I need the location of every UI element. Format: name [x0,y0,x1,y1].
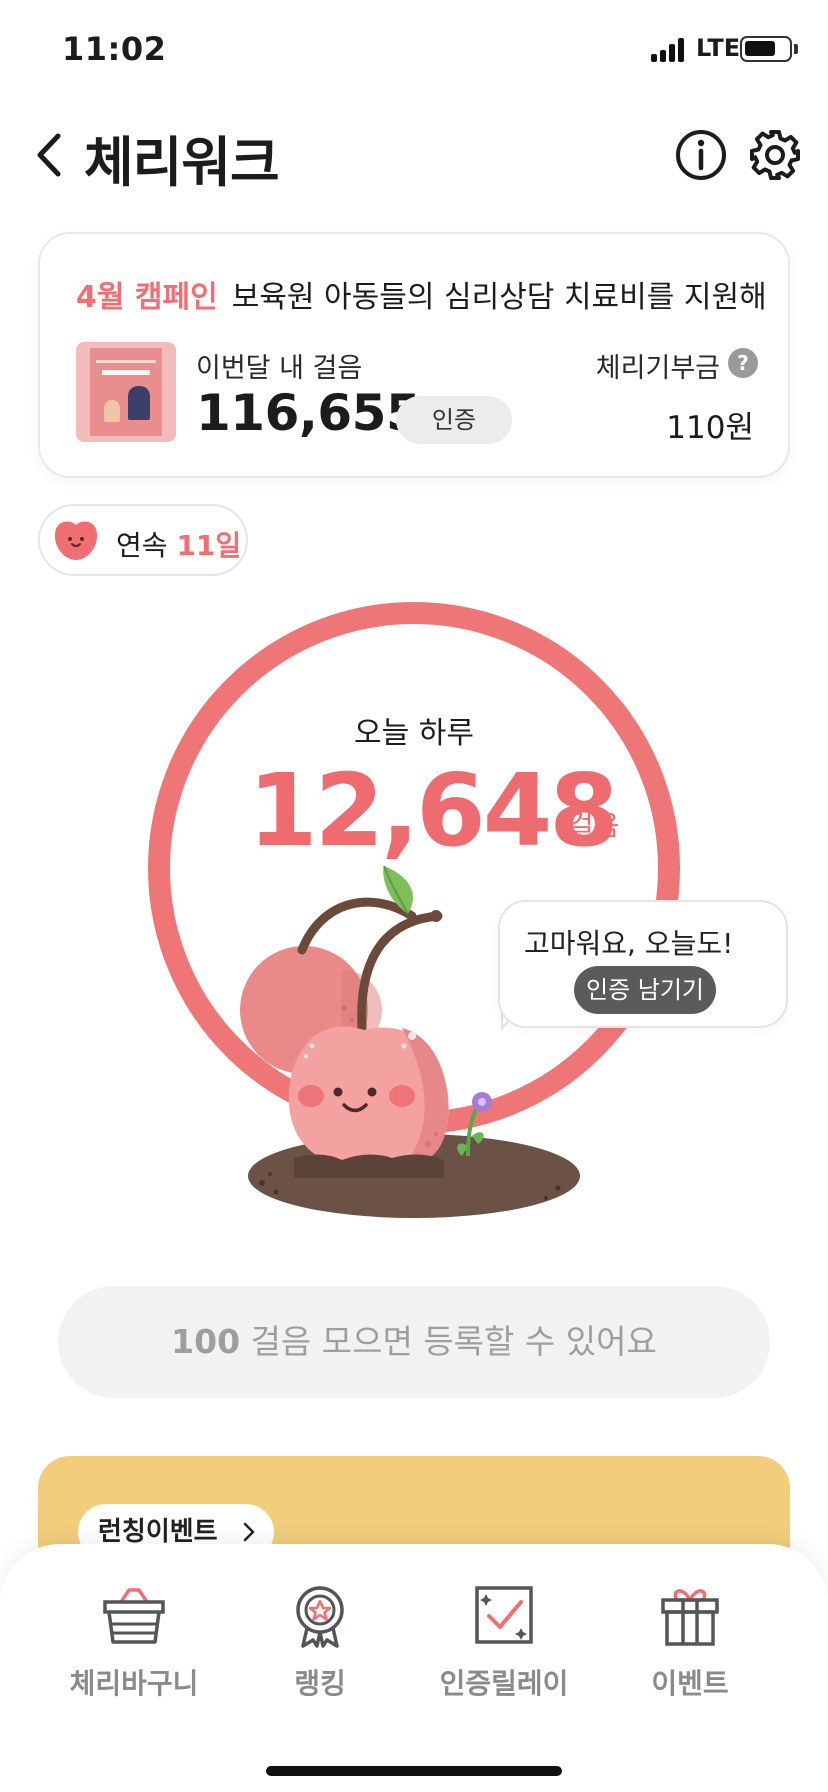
launch-event-label: 런칭이벤트 [98,1517,218,1547]
relay-check-icon [475,1586,533,1644]
today-label: 오늘 하루 [354,716,474,751]
network-type: LTE [696,34,741,62]
register-steps-button[interactable]: 100 걸음 모으면 등록할 수 있어요 [58,1286,770,1398]
month-steps-value: 116,655 [196,384,421,442]
cherry-face-icon [54,521,98,560]
today-steps-unit: 걸음 [568,809,620,842]
verify-chip[interactable]: 인증 [396,396,512,444]
basket-icon [103,1588,165,1644]
tab-verify-relay[interactable]: 인증릴레이 [414,1580,594,1700]
register-min-count: 100 [171,1322,241,1361]
status-bar: 11:02 LTE [0,0,828,100]
bubble-message: 고마워요, 오늘도! [524,927,734,960]
tab-label-relay: 인증릴레이 [439,1667,569,1700]
campaign-tag: 4월 캠페인 [76,280,218,315]
cherrywalk-screen: 11:02 LTE 체리워크 4월 캠페인 보육원 아동들의 심리상담 치료비를… [0,0,828,1792]
streak-prefix: 연속 [116,529,168,562]
signal-icon [651,38,687,62]
header: 체리워크 [0,110,828,200]
tab-ranking[interactable]: 랭킹 [230,1580,410,1700]
donation-amount: 110원 [666,410,754,446]
streak-days: 11일 [176,529,242,562]
page-title: 체리워크 [84,131,280,194]
tab-event[interactable]: 이벤트 [600,1580,780,1700]
medal-icon [296,1586,344,1648]
gear-icon[interactable] [748,128,802,182]
leave-verification-button[interactable]: 인증 남기기 [574,966,716,1014]
campaign-card[interactable]: 4월 캠페인 보육원 아동들의 심리상담 치료비를 지원해... 이번달 내 걸음… [38,232,790,478]
back-chevron-icon[interactable] [30,128,70,182]
donation-label: 체리기부금 [595,353,720,384]
battery-icon [740,36,792,62]
tab-cherry-basket[interactable]: 체리바구니 [44,1580,224,1700]
tab-label-ranking: 랭킹 [294,1667,346,1700]
battery-tip [794,44,798,54]
status-time: 11:02 [62,30,167,68]
campaign-headline: 4월 캠페인 보육원 아동들의 심리상담 치료비를 지원해... [76,272,766,316]
bottom-tab-bar: 체리바구니 랭킹 인증릴레이 이벤트 [0,1544,828,1792]
streak-badge: 연속 11일 [38,504,248,576]
home-indicator[interactable] [266,1766,562,1776]
register-text: 걸음 모으면 등록할 수 있어요 [240,1322,657,1361]
campaign-thumbnail [76,342,176,442]
today-steps-value: 12,648 [248,752,619,869]
campaign-description: 보육원 아동들의 심리상담 치료비를 지원해... [231,280,766,315]
month-steps-label: 이번달 내 걸음 [196,353,363,384]
chevron-right-icon [243,1522,254,1542]
help-icon[interactable]: ? [728,348,758,378]
gift-icon [661,1589,719,1646]
tab-label-event: 이벤트 [651,1667,729,1700]
tab-label-basket: 체리바구니 [69,1667,199,1700]
info-icon[interactable] [674,128,728,182]
streak-label: 연속 11일 [116,524,241,564]
speech-bubble: 고마워요, 오늘도! 인증 남기기 [498,900,788,1028]
